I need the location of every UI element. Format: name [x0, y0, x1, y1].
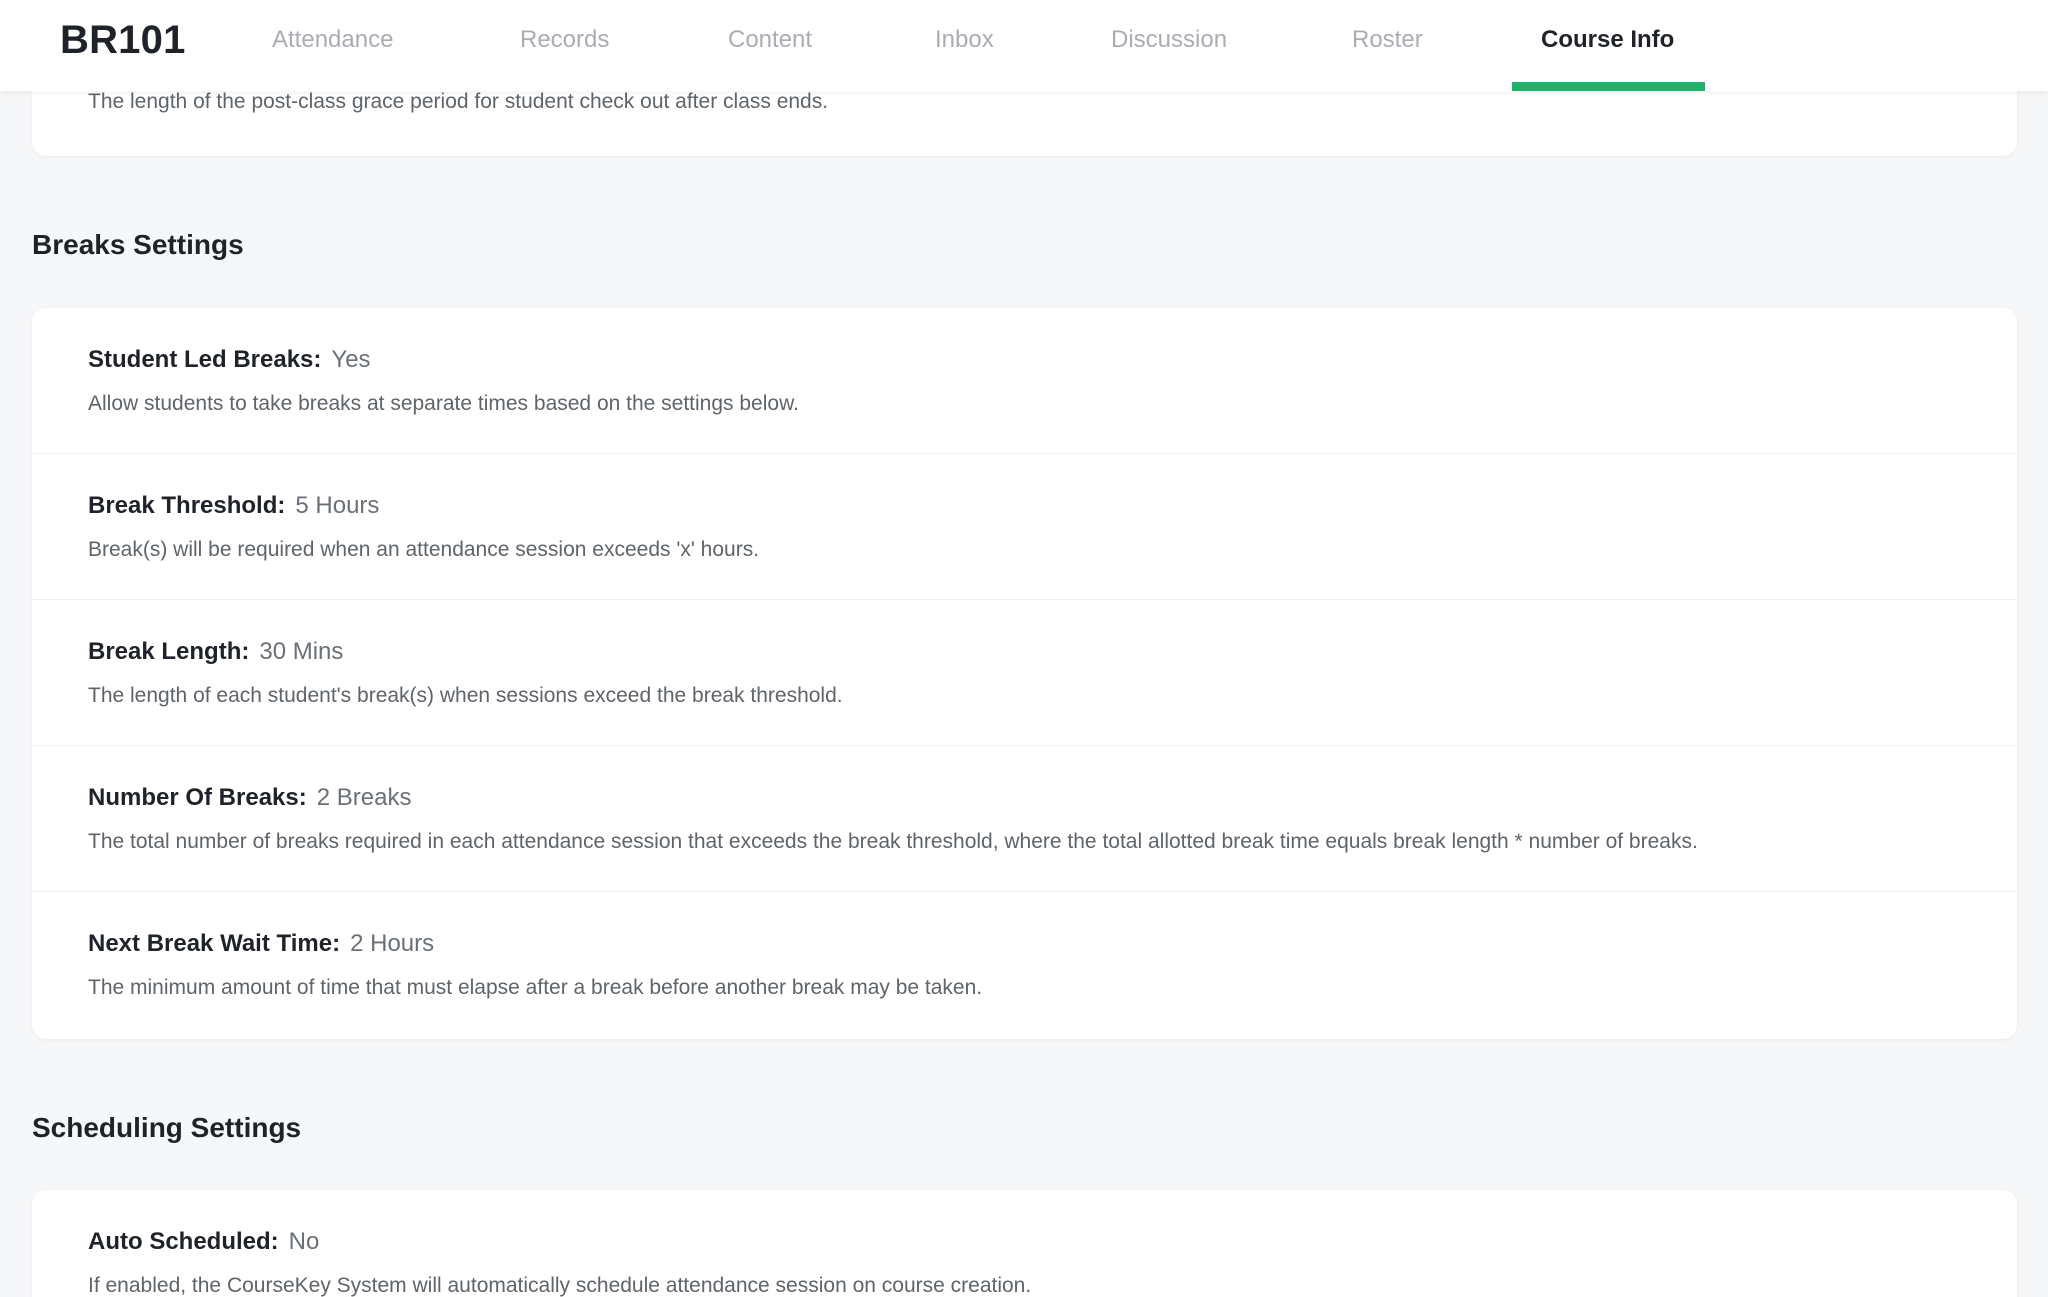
setting-title: Auto Scheduled: No [88, 1228, 319, 1256]
top-navigation-bar: BR101 Attendance Records Content Inbox D… [0, 0, 2048, 91]
tab-content[interactable]: Content [728, 26, 812, 54]
breaks-settings-heading: Breaks Settings [32, 229, 244, 260]
setting-description: Allow students to take breaks at separat… [88, 392, 799, 415]
setting-title: Student Led Breaks: Yes [88, 346, 371, 374]
setting-label: Break Length: [88, 638, 250, 665]
setting-description: The total number of breaks required in e… [88, 830, 1698, 853]
course-info-page: BR101 Attendance Records Content Inbox D… [0, 0, 2048, 1297]
scheduling-settings-card: Auto Scheduled: No If enabled, the Course… [32, 1190, 2017, 1297]
setting-value: 2 Hours [350, 930, 435, 957]
tab-discussion[interactable]: Discussion [1111, 26, 1227, 54]
setting-title: Break Threshold: 5 Hours [88, 492, 379, 520]
setting-value: 30 Mins [259, 638, 344, 665]
tab-roster[interactable]: Roster [1352, 26, 1423, 54]
setting-row-next-break-wait-time: Next Break Wait Time: 2 Hours The minimum… [32, 892, 2017, 1038]
setting-value: 5 Hours [295, 492, 380, 519]
setting-title: Number Of Breaks: 2 Breaks [88, 784, 411, 812]
tab-attendance[interactable]: Attendance [272, 26, 393, 54]
tab-inbox[interactable]: Inbox [935, 26, 994, 54]
setting-row-break-length: Break Length: 30 Mins The length of each … [32, 600, 2017, 746]
setting-value: No [288, 1228, 320, 1255]
course-code-title: BR101 [60, 18, 186, 62]
setting-description: Break(s) will be required when an attend… [88, 538, 760, 561]
tab-course-info[interactable]: Course Info [1541, 26, 1674, 54]
setting-title: Next Break Wait Time: 2 Hours [88, 930, 434, 958]
setting-description: The minimum amount of time that must ela… [88, 976, 983, 999]
setting-row-number-of-breaks: Number Of Breaks: 2 Breaks The total numb… [32, 746, 2017, 892]
setting-label: Next Break Wait Time: [88, 930, 341, 957]
setting-label: Break Threshold: [88, 492, 286, 519]
setting-label: Number Of Breaks: [88, 784, 307, 811]
setting-row-auto-scheduled: Auto Scheduled: No If enabled, the Course… [32, 1190, 2017, 1297]
setting-label: Student Led Breaks: [88, 346, 322, 373]
breaks-settings-card: Student Led Breaks: Yes Allow students to… [32, 308, 2017, 1039]
setting-title: Break Length: 30 Mins [88, 638, 343, 666]
active-tab-indicator [1512, 82, 1705, 91]
setting-description: If enabled, the CourseKey System will au… [88, 1274, 1032, 1297]
setting-value: Yes [331, 346, 371, 373]
tab-records[interactable]: Records [520, 26, 609, 54]
setting-row-break-threshold: Break Threshold: 5 Hours Break(s) will be… [32, 454, 2017, 600]
setting-row-student-led-breaks: Student Led Breaks: Yes Allow students to… [32, 308, 2017, 454]
setting-label: Auto Scheduled: [88, 1228, 279, 1255]
setting-description: The length of the post-class grace perio… [88, 90, 829, 113]
setting-description: The length of each student's break(s) wh… [88, 684, 843, 707]
scheduling-settings-heading: Scheduling Settings [32, 1112, 302, 1143]
setting-value: 2 Breaks [316, 784, 412, 811]
